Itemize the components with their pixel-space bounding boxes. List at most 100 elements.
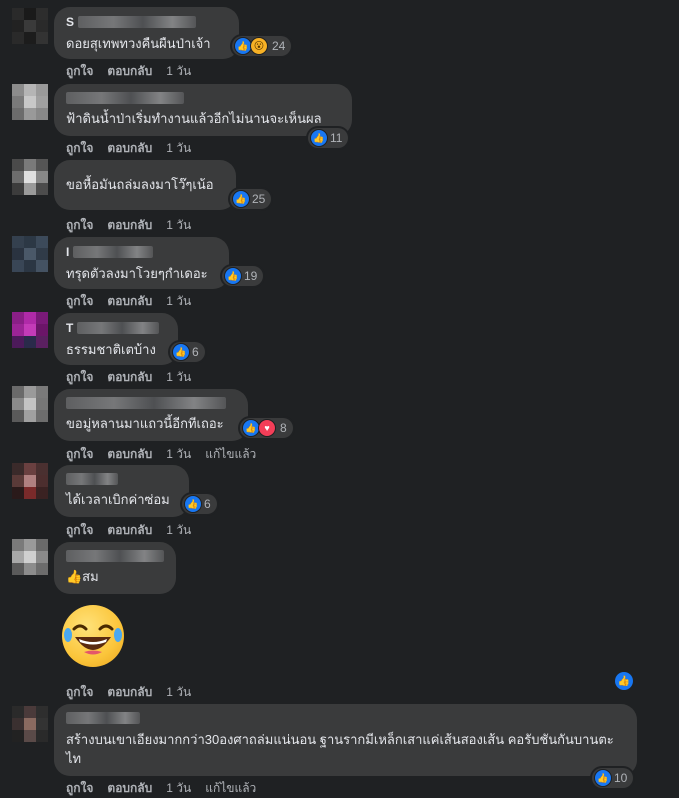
commenter-initial: S bbox=[66, 15, 75, 29]
comment-bubble: ฟ้าดินน้ำป่าเริ่มทำงานแล้วอีกไม่นานจะเห็… bbox=[54, 84, 352, 136]
avatar[interactable] bbox=[12, 8, 48, 44]
timestamp[interactable]: 1 วัน bbox=[166, 683, 191, 702]
timestamp[interactable]: 1 วัน bbox=[166, 521, 191, 540]
comment-bubble: ได้เวลาเบิกค่าซ่อม bbox=[54, 465, 189, 517]
avatar[interactable] bbox=[12, 236, 48, 272]
like-button[interactable]: ถูกใจ bbox=[66, 445, 93, 464]
reaction-count: 11 bbox=[330, 131, 343, 145]
reaction-summary[interactable]: 👍 6 bbox=[182, 494, 217, 514]
comment-text: ทรุดตัวลงมาโวยๆกำเดอะ bbox=[66, 266, 208, 281]
timestamp[interactable]: 1 วัน bbox=[166, 292, 191, 311]
like-button[interactable]: ถูกใจ bbox=[66, 521, 93, 540]
avatar[interactable] bbox=[12, 706, 48, 742]
comment-text: ขอมู่หลานมาแถวนี้อีกทีเถอะ bbox=[66, 416, 224, 431]
comment-text: ฟ้าดินน้ำป่าเริ่มทำงานแล้วอีกไม่นานจะเห็… bbox=[66, 111, 322, 126]
like-button[interactable]: ถูกใจ bbox=[66, 292, 93, 311]
reply-button[interactable]: ตอบกลับ bbox=[107, 521, 152, 540]
comment-text: สร้างบนเขาเอียงมากกว่า30องศาถล่มแน่นอน ฐ… bbox=[66, 732, 614, 766]
reply-button[interactable]: ตอบกลับ bbox=[107, 683, 152, 702]
comment-bubble: T ธรรมชาติเตบ้าง bbox=[54, 313, 178, 365]
like-button[interactable]: ถูกใจ bbox=[66, 139, 93, 158]
comment-bubble: ขอมู่หลานมาแถวนี้อีกทีเถอะ bbox=[54, 389, 248, 441]
avatar[interactable] bbox=[12, 159, 48, 195]
reaction-summary[interactable]: 👍 19 bbox=[222, 266, 264, 286]
avatar[interactable] bbox=[12, 463, 48, 499]
comment-text: ได้เวลาเบิกค่าซ่อม bbox=[66, 492, 170, 507]
timestamp[interactable]: 1 วัน bbox=[166, 216, 191, 235]
like-icon: 👍 bbox=[172, 343, 190, 361]
timestamp[interactable]: 1 วัน bbox=[166, 445, 191, 464]
wow-icon: 😮 bbox=[250, 37, 268, 55]
edited-label[interactable]: แก้ไขแล้ว bbox=[205, 445, 256, 464]
comment-bubble: สร้างบนเขาเอียงมากกว่า30องศาถล่มแน่นอน ฐ… bbox=[54, 704, 637, 776]
comment-actions: ถูกใจ ตอบกลับ 1 วัน bbox=[66, 368, 191, 387]
reply-button[interactable]: ตอบกลับ bbox=[107, 139, 152, 158]
like-icon[interactable]: 👍 bbox=[615, 672, 633, 690]
comment-actions: ถูกใจ ตอบกลับ 1 วัน bbox=[66, 216, 191, 235]
comment-actions: ถูกใจ ตอบกลับ 1 วัน bbox=[66, 292, 191, 311]
like-button[interactable]: ถูกใจ bbox=[66, 683, 93, 702]
like-icon: 👍 bbox=[184, 495, 202, 513]
comment-text: ขอหื้อมันถล่มลงมาโว๊ๆเน้อ bbox=[66, 177, 214, 192]
commenter-name[interactable] bbox=[66, 550, 164, 562]
like-button[interactable]: ถูกใจ bbox=[66, 779, 93, 798]
reaction-count: 19 bbox=[244, 269, 258, 283]
like-icon: 👍 bbox=[310, 129, 328, 147]
reaction-count: 6 bbox=[204, 497, 211, 511]
timestamp[interactable]: 1 วัน bbox=[166, 139, 191, 158]
comment-text: ดอยสุเทพทวงคืนผืนป่าเจ้า bbox=[66, 36, 211, 51]
reaction-count: 25 bbox=[252, 192, 266, 206]
comment-actions: ถูกใจ ตอบกลับ 1 วัน bbox=[66, 521, 191, 540]
commenter-name[interactable] bbox=[66, 92, 184, 104]
comment-text: ธรรมชาติเตบ้าง bbox=[66, 342, 156, 357]
comment-actions: ถูกใจ ตอบกลับ 1 วัน แก้ไขแล้ว bbox=[66, 445, 256, 464]
commenter-name[interactable] bbox=[78, 16, 197, 28]
avatar[interactable] bbox=[12, 312, 48, 348]
reply-button[interactable]: ตอบกลับ bbox=[107, 368, 152, 387]
reply-button[interactable]: ตอบกลับ bbox=[107, 216, 152, 235]
commenter-name[interactable] bbox=[66, 397, 226, 409]
reaction-count: 6 bbox=[192, 345, 199, 359]
like-icon: 👍 bbox=[224, 267, 242, 285]
comment-actions: ถูกใจ ตอบกลับ 1 วัน แก้ไขแล้ว bbox=[66, 779, 256, 798]
avatar[interactable] bbox=[12, 539, 48, 575]
comment-bubble: I ทรุดตัวลงมาโวยๆกำเดอะ bbox=[54, 237, 229, 289]
avatar[interactable] bbox=[12, 84, 48, 120]
commenter-initial: I bbox=[66, 245, 70, 259]
commenter-name[interactable] bbox=[66, 712, 140, 724]
reply-button[interactable]: ตอบกลับ bbox=[107, 62, 152, 81]
edited-label[interactable]: แก้ไขแล้ว bbox=[205, 779, 256, 798]
reaction-count: 24 bbox=[272, 39, 286, 53]
timestamp[interactable]: 1 วัน bbox=[166, 62, 191, 81]
like-button[interactable]: ถูกใจ bbox=[66, 216, 93, 235]
reaction-summary[interactable]: 👍 ♥ 8 bbox=[240, 418, 293, 438]
reaction-summary[interactable]: 👍 11 bbox=[308, 128, 349, 148]
comment-actions: ถูกใจ ตอบกลับ 1 วัน bbox=[66, 139, 191, 158]
commenter-name[interactable] bbox=[77, 322, 160, 334]
like-icon: 👍 bbox=[232, 190, 250, 208]
comment-bubble: S ดอยสุเทพทวงคืนผืนป่าเจ้า bbox=[54, 7, 239, 59]
like-icon: 👍 bbox=[594, 769, 612, 787]
like-button[interactable]: ถูกใจ bbox=[66, 368, 93, 387]
commenter-name[interactable] bbox=[66, 473, 118, 485]
reply-button[interactable]: ตอบกลับ bbox=[107, 445, 152, 464]
reply-button[interactable]: ตอบกลับ bbox=[107, 292, 152, 311]
comment-actions: ถูกใจ ตอบกลับ 1 วัน bbox=[66, 62, 191, 81]
comment-text: 👍สม bbox=[66, 569, 99, 584]
love-icon: ♥ bbox=[258, 419, 276, 437]
avatar[interactable] bbox=[12, 386, 48, 422]
reaction-count: 10 bbox=[614, 771, 628, 785]
reaction-summary[interactable]: 👍 6 bbox=[170, 342, 205, 362]
timestamp[interactable]: 1 วัน bbox=[166, 368, 191, 387]
reaction-summary[interactable]: 👍 25 bbox=[230, 189, 272, 209]
timestamp[interactable]: 1 วัน bbox=[166, 779, 191, 798]
commenter-initial: T bbox=[66, 321, 74, 335]
comment-bubble: ขอหื้อมันถล่มลงมาโว๊ๆเน้อ bbox=[54, 160, 236, 210]
laughing-emoji-icon bbox=[62, 605, 124, 667]
reaction-summary[interactable]: 👍 😮 24 bbox=[232, 36, 292, 56]
comment-bubble: 👍สม bbox=[54, 542, 176, 594]
reaction-summary[interactable]: 👍 10 bbox=[592, 768, 634, 788]
commenter-name[interactable] bbox=[73, 246, 154, 258]
reply-button[interactable]: ตอบกลับ bbox=[107, 779, 152, 798]
like-button[interactable]: ถูกใจ bbox=[66, 62, 93, 81]
